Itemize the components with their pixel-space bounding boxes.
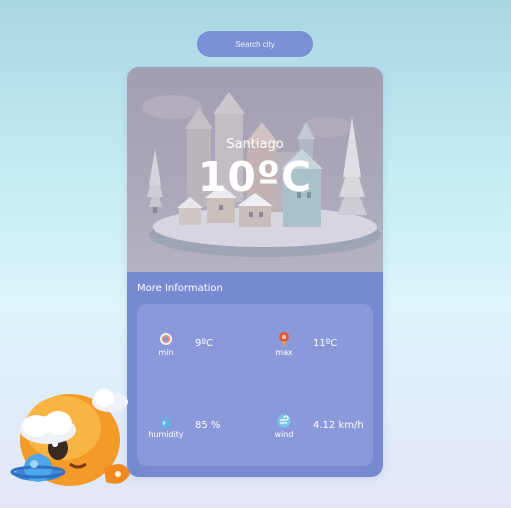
stat-humidity-value: 85 % bbox=[195, 420, 221, 431]
info-panel: min 9ºC max 11ºC humidity 85 % wind 4.12… bbox=[137, 304, 373, 466]
stat-humidity-label: humidity bbox=[148, 430, 184, 439]
stat-humidity: humidity 85 % bbox=[137, 414, 247, 454]
weather-hero-image: Santiago 10ºC bbox=[127, 67, 383, 272]
stat-max-value: 11ºC bbox=[313, 338, 338, 349]
stat-wind-value: 4.12 km/h bbox=[313, 420, 364, 431]
current-temperature: 10ºC bbox=[197, 153, 313, 201]
stat-min-label: min bbox=[158, 348, 174, 357]
search-input[interactable] bbox=[197, 31, 313, 57]
stat-wind-label: wind bbox=[274, 430, 294, 439]
stat-min: min 9ºC bbox=[137, 332, 247, 372]
weather-mascot-illustration bbox=[10, 389, 130, 486]
wind-icon bbox=[277, 414, 291, 428]
stat-max: max 11ºC bbox=[255, 332, 365, 372]
stat-wind: wind 4.12 km/h bbox=[255, 414, 365, 454]
thermometer-low-icon bbox=[160, 333, 172, 345]
stat-min-value: 9ºC bbox=[195, 338, 214, 349]
thermometer-high-icon bbox=[279, 332, 289, 346]
stat-max-label: max bbox=[275, 348, 293, 357]
more-info-title: More Information bbox=[137, 283, 223, 294]
droplet-icon bbox=[161, 415, 171, 428]
search-bar[interactable] bbox=[197, 31, 313, 57]
city-name: Santiago bbox=[226, 137, 284, 152]
weather-card: Santiago 10ºC More Information min 9ºC m… bbox=[127, 67, 383, 477]
